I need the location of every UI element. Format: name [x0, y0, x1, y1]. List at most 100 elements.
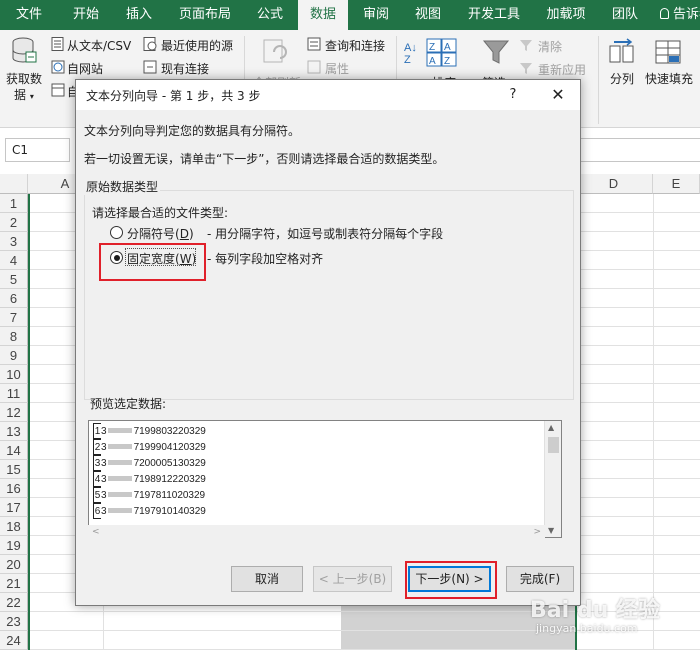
close-icon[interactable]: ✕: [546, 84, 570, 106]
from-web-button[interactable]: 自网站: [67, 60, 103, 77]
intro-text: 文本分列向导判定您的数据具有分隔符。: [84, 124, 301, 138]
row-header[interactable]: 14: [0, 441, 28, 460]
tab-formulas[interactable]: 公式: [248, 0, 292, 30]
dialog-title: 文本分列向导 - 第 1 步，共 3 步: [86, 89, 261, 103]
data-preview[interactable]: 13 7199803220329 23 7199904120329 33 72000051…: [88, 420, 562, 538]
tab-team[interactable]: 团队: [604, 0, 646, 30]
ribbon-separator: [598, 36, 599, 124]
help-button[interactable]: ?: [502, 84, 524, 106]
row-header[interactable]: 17: [0, 498, 28, 517]
row-header[interactable]: 16: [0, 479, 28, 498]
tab-addins[interactable]: 加载项: [538, 0, 594, 30]
row-header[interactable]: 21: [0, 574, 28, 593]
preview-row-number: 2: [93, 439, 101, 455]
svg-text:A: A: [444, 42, 451, 53]
delimited-close: ): [188, 227, 194, 241]
column-header-d[interactable]: D: [575, 174, 653, 194]
redacted-mask: [107, 428, 132, 433]
tab-data[interactable]: 数据: [298, 0, 348, 30]
preview-row: 13 7199803220329: [93, 423, 206, 439]
get-data-label: 据: [14, 88, 27, 102]
clear-filter-icon: [520, 40, 532, 51]
preview-horizontal-scrollbar[interactable]: < >: [88, 525, 545, 542]
cancel-button[interactable]: 取消: [231, 566, 303, 592]
dialog-titlebar[interactable]: 文本分列向导 - 第 1 步，共 3 步 ? ✕: [76, 80, 580, 110]
lightbulb-icon: [660, 8, 669, 19]
preview-row: 23 7199904120329: [93, 439, 206, 455]
grid-line: [653, 194, 654, 650]
name-box[interactable]: C1: [5, 138, 70, 162]
existing-connections-button[interactable]: 现有连接: [161, 60, 209, 77]
row-header[interactable]: 2: [0, 213, 28, 232]
row-header[interactable]: 3: [0, 232, 28, 251]
row-header[interactable]: 6: [0, 289, 28, 308]
properties-button[interactable]: 属性: [325, 60, 349, 77]
scroll-right-icon[interactable]: >: [533, 527, 541, 537]
tab-home[interactable]: 开始: [62, 0, 110, 30]
tab-file[interactable]: 文件: [4, 0, 54, 30]
recent-sources-button[interactable]: 最近使用的源: [161, 37, 233, 54]
option-delimited-label[interactable]: 分隔符号(D): [127, 225, 194, 242]
column-header-e[interactable]: E: [653, 174, 700, 194]
row-header[interactable]: 1: [0, 194, 28, 213]
back-button[interactable]: < 上一步(B): [313, 566, 392, 592]
queries-connections-button[interactable]: 查询和连接: [325, 37, 385, 54]
scroll-up-icon[interactable]: ▲: [548, 423, 554, 432]
preview-vertical-scrollbar[interactable]: ▲ ▼: [544, 421, 561, 537]
row-header[interactable]: 8: [0, 327, 28, 346]
web-icon: [51, 60, 65, 74]
original-data-type-group: [84, 190, 574, 400]
scroll-left-icon[interactable]: <: [92, 527, 100, 537]
sort-az-icon[interactable]: A↓ Z: [404, 42, 417, 66]
from-text-csv-button[interactable]: 从文本/CSV: [67, 37, 131, 54]
instruction-text: 若一切设置无误，请单击“下一步”，否则请选择最合适的数据类型。: [84, 152, 445, 166]
flash-fill-button[interactable]: 快速填充: [645, 70, 693, 87]
row-header[interactable]: 12: [0, 403, 28, 422]
tab-insert[interactable]: 插入: [116, 0, 162, 30]
tab-review[interactable]: 审阅: [354, 0, 398, 30]
svg-text:Z: Z: [429, 42, 435, 53]
row-header[interactable]: 13: [0, 422, 28, 441]
preview-row-number: 6: [93, 503, 101, 519]
radio-delimited[interactable]: [110, 226, 123, 239]
row-header[interactable]: 22: [0, 593, 28, 612]
filter-icon: [482, 40, 510, 64]
scroll-thumb[interactable]: [548, 437, 559, 453]
preview-row-number: 1: [93, 423, 101, 439]
tab-developer[interactable]: 开发工具: [460, 0, 528, 30]
delimited-text: 分隔符号(: [127, 227, 180, 241]
row-header[interactable]: 4: [0, 251, 28, 270]
row-header[interactable]: 11: [0, 384, 28, 403]
tab-view[interactable]: 视图: [406, 0, 450, 30]
preview-label: 预览选定数据:: [90, 397, 167, 411]
select-all-corner[interactable]: [0, 174, 28, 194]
preview-row: 63 7197910140329: [93, 503, 206, 519]
delimited-accesskey: D: [179, 227, 189, 241]
row-header[interactable]: 5: [0, 270, 28, 289]
tab-tell-me[interactable]: 告诉我: [660, 0, 700, 30]
get-data-button[interactable]: 获取数: [6, 70, 42, 87]
clear-button[interactable]: 清除: [538, 38, 562, 55]
row-header[interactable]: 23: [0, 612, 28, 631]
redacted-mask: [107, 460, 132, 465]
row-header[interactable]: 19: [0, 536, 28, 555]
get-data-button-line2[interactable]: 据 ▾: [14, 86, 34, 103]
formula-input[interactable]: [580, 138, 700, 162]
row-header[interactable]: 7: [0, 308, 28, 327]
preview-row-value: 7200005130329: [133, 458, 206, 469]
finish-button[interactable]: 完成(F): [506, 566, 574, 592]
preview-row-value: 7199904120329: [133, 442, 206, 453]
row-header[interactable]: 9: [0, 346, 28, 365]
row-header[interactable]: 10: [0, 365, 28, 384]
row-header[interactable]: 20: [0, 555, 28, 574]
reapply-button[interactable]: 重新应用: [538, 61, 586, 78]
row-header[interactable]: 15: [0, 460, 28, 479]
preview-row-prefix: 3: [101, 442, 107, 453]
row-header[interactable]: 18: [0, 517, 28, 536]
tab-page-layout[interactable]: 页面布局: [170, 0, 240, 30]
text-to-columns-button[interactable]: 分列: [610, 70, 634, 87]
row-header[interactable]: 24: [0, 631, 28, 650]
option-delimited-desc: - 用分隔字符，如逗号或制表符分隔每个字段: [207, 227, 444, 241]
scroll-down-icon[interactable]: ▼: [548, 526, 554, 535]
highlight-box-fixed-width: [99, 243, 206, 281]
